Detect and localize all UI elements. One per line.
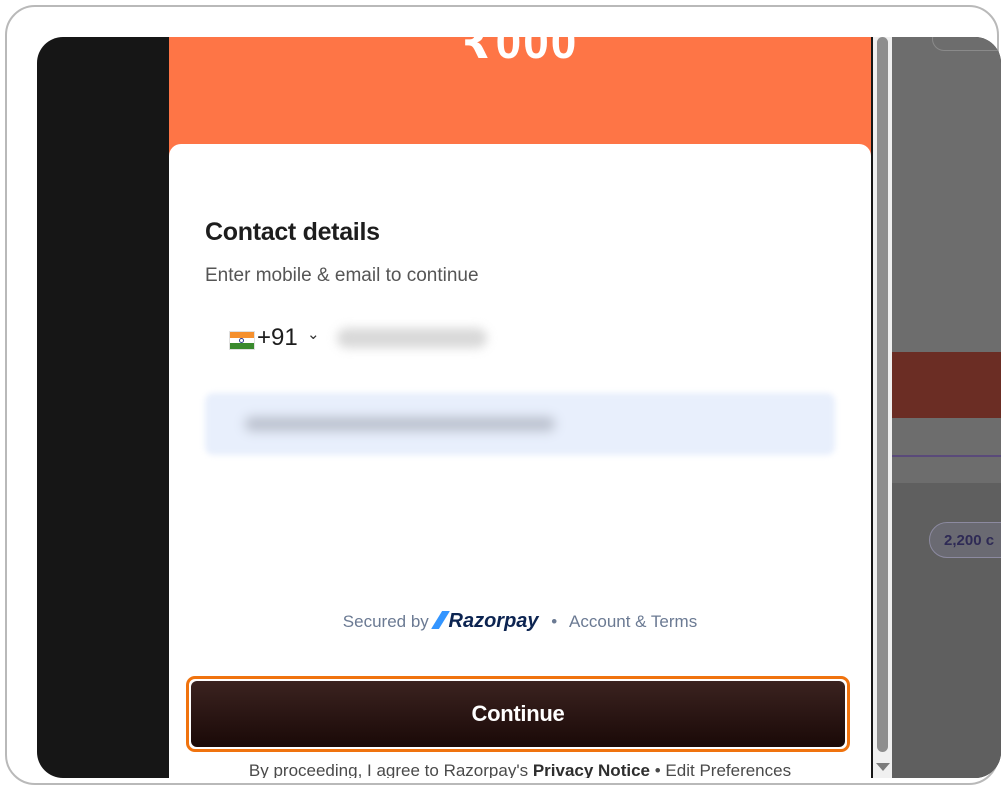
- scrollbar-thumb[interactable]: [877, 37, 888, 752]
- account-terms-link[interactable]: Account & Terms: [569, 612, 697, 631]
- email-field[interactable]: [205, 393, 835, 455]
- screen: 2,200 c ₹000 Contact details Enter mobil…: [37, 37, 1001, 778]
- consent-note: By proceeding, I agree to Razorpay's Pri…: [169, 761, 871, 778]
- payment-amount: ₹000: [461, 37, 579, 68]
- background-chip: 2,200 c: [929, 522, 1001, 558]
- scroll-down-arrow-icon[interactable]: [876, 763, 890, 771]
- razorpay-logo-icon: [431, 611, 450, 629]
- phone-number-input[interactable]: [337, 328, 487, 348]
- razorpay-brand: Razorpay: [448, 610, 539, 632]
- india-flag-icon[interactable]: [229, 331, 255, 350]
- privacy-notice-link[interactable]: Privacy Notice: [533, 761, 650, 778]
- secured-by-label: Secured by: [342, 612, 429, 631]
- separator: •: [551, 612, 558, 631]
- background-banner: [892, 352, 1001, 418]
- phone-input-row[interactable]: +91 ⌄: [205, 314, 835, 370]
- secured-by-line: Secured by Razorpay • Account & Terms: [169, 610, 871, 633]
- background-divider: [892, 455, 1001, 457]
- consent-text: By proceeding, I agree to Razorpay's: [248, 761, 529, 778]
- bullet-separator: •: [654, 761, 661, 778]
- device-frame: 2,200 c ₹000 Contact details Enter mobil…: [5, 5, 1001, 785]
- chevron-down-icon[interactable]: ⌄: [307, 325, 320, 343]
- country-code[interactable]: +91: [257, 324, 298, 352]
- page-title: Contact details: [205, 218, 380, 246]
- continue-button[interactable]: Continue: [191, 681, 845, 747]
- page-subtitle: Enter mobile & email to continue: [205, 265, 479, 286]
- edit-preferences-link[interactable]: Edit Preferences: [665, 761, 791, 778]
- background-pill: [932, 37, 1001, 51]
- checkout-modal: Contact details Enter mobile & email to …: [169, 144, 871, 778]
